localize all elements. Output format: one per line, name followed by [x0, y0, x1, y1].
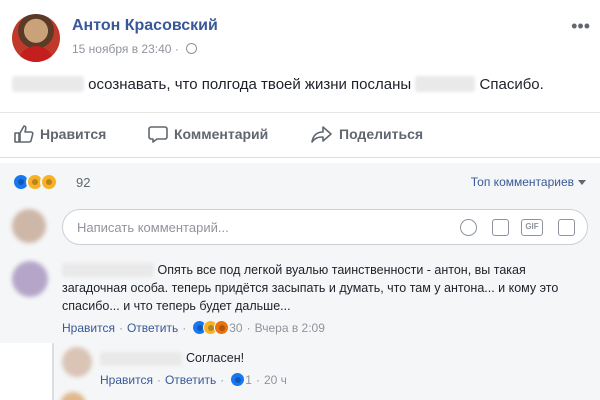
comment-input-placeholder: Написать комментарий... — [77, 220, 229, 235]
comment-input[interactable]: Написать комментарий... GIF — [62, 209, 588, 245]
angry-reaction-icon — [214, 320, 230, 335]
dot-separator: · — [246, 320, 251, 335]
reply-item: Согласен! Нравится · Ответить · 1 · 20 ч — [52, 343, 600, 400]
author-name[interactable]: Антон Красовский — [72, 17, 218, 35]
emoji-icon[interactable] — [460, 219, 477, 236]
post-meta: 15 ноября в 23:40 · — [72, 42, 198, 56]
share-button[interactable]: Поделиться — [311, 125, 423, 143]
comment-reaction-icons[interactable] — [192, 320, 230, 335]
reply-reply-link[interactable]: Ответить — [165, 373, 216, 387]
reply-text: Согласен! — [186, 351, 245, 365]
speech-bubble-icon — [148, 126, 168, 143]
comment-reply-link[interactable]: Ответить — [127, 321, 178, 335]
redacted-commenter-name[interactable] — [62, 263, 154, 277]
redacted-text — [12, 76, 84, 92]
reply-reaction-count[interactable]: 1 — [245, 373, 252, 387]
redacted-text — [415, 76, 476, 92]
share-button-label: Поделиться — [339, 126, 424, 142]
share-arrow-icon — [311, 126, 332, 143]
reactions-summary: 92 Топ комментариев — [0, 163, 600, 199]
more-options-icon[interactable]: ••• — [571, 16, 590, 37]
comment-body: Опять все под легкой вуалью таинственнос… — [62, 261, 594, 315]
like-button[interactable]: Нравится — [14, 125, 106, 143]
redacted-replier-name[interactable] — [100, 352, 182, 366]
post-date[interactable]: 15 ноября в 23:40 — [72, 42, 171, 56]
camera-icon[interactable] — [492, 219, 509, 236]
thumbs-up-icon — [14, 125, 34, 143]
reaction-icons[interactable] — [12, 173, 58, 191]
current-user-avatar — [12, 209, 46, 243]
post-text-end: Спасибо. — [479, 76, 544, 93]
author-avatar[interactable] — [12, 14, 60, 62]
reply-like-link[interactable]: Нравится — [100, 373, 153, 387]
reply-reaction-icons[interactable] — [230, 372, 246, 387]
dot-separator: · — [182, 320, 187, 335]
dot-separator: · — [220, 372, 225, 387]
dot-separator: · — [174, 42, 183, 56]
like-button-label: Нравится — [40, 126, 107, 142]
reply-time[interactable]: 20 ч — [264, 373, 287, 387]
post-header: Антон Красовский 15 ноября в 23:40 · ••• — [0, 0, 600, 70]
chevron-down-icon[interactable] — [578, 180, 586, 185]
dot-separator: · — [255, 372, 260, 387]
post-action-bar: Нравится Комментарий Поделиться — [0, 112, 600, 158]
comment-composer: Написать комментарий... GIF — [0, 199, 600, 257]
comment-button[interactable]: Комментарий — [148, 125, 268, 143]
comment-actions: Нравится · Ответить · 30 · Вчера в 2:09 — [62, 320, 325, 335]
dot-separator: · — [118, 320, 123, 335]
reply-actions: Нравится · Ответить · 1 · 20 ч — [100, 372, 287, 387]
post-text: осознавать, что полгода твоей жизни посл… — [12, 76, 544, 93]
comment-item: Опять все под легкой вуалью таинственнос… — [0, 257, 600, 343]
comment-time[interactable]: Вчера в 2:09 — [255, 321, 325, 335]
sticker-icon[interactable] — [558, 219, 575, 236]
replier-avatar[interactable] — [62, 347, 92, 377]
gif-icon[interactable]: GIF — [521, 219, 543, 236]
comment-reaction-count[interactable]: 30 — [229, 321, 242, 335]
wow-reaction-icon — [40, 173, 58, 191]
dot-separator: · — [156, 372, 161, 387]
reaction-count[interactable]: 92 — [76, 175, 90, 190]
globe-icon[interactable] — [186, 43, 198, 54]
post-text-middle: осознавать, что полгода твоей жизни посл… — [88, 76, 412, 93]
like-reaction-icon — [230, 372, 246, 387]
commenter-avatar[interactable] — [12, 261, 48, 297]
comment-like-link[interactable]: Нравится — [62, 321, 115, 335]
comment-button-label: Комментарий — [174, 126, 269, 142]
comment-sort-dropdown[interactable]: Топ комментариев — [471, 175, 574, 189]
